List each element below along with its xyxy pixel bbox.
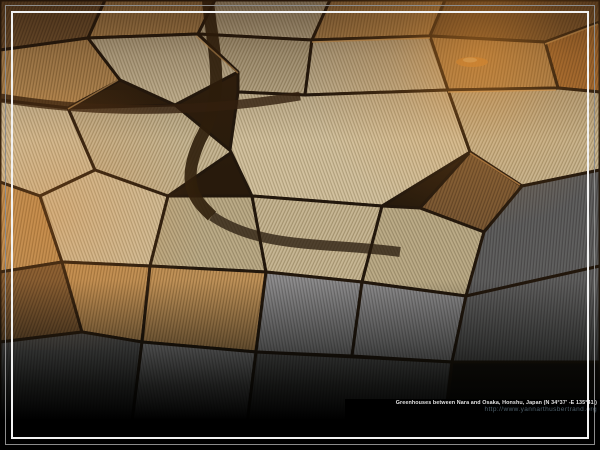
wallpaper-photo: Greenhouses between Nara and Osaka, Hons… <box>0 0 600 450</box>
photo-caption: Greenhouses between Nara and Osaka, Hons… <box>352 400 597 414</box>
greenhouse-mosaic <box>0 0 600 450</box>
caption-bar: Greenhouses between Nara and Osaka, Hons… <box>345 399 600 450</box>
photo-credit-url: http://www.yannarthusbertrand.org <box>352 406 597 414</box>
lighting-overlays <box>0 0 600 450</box>
